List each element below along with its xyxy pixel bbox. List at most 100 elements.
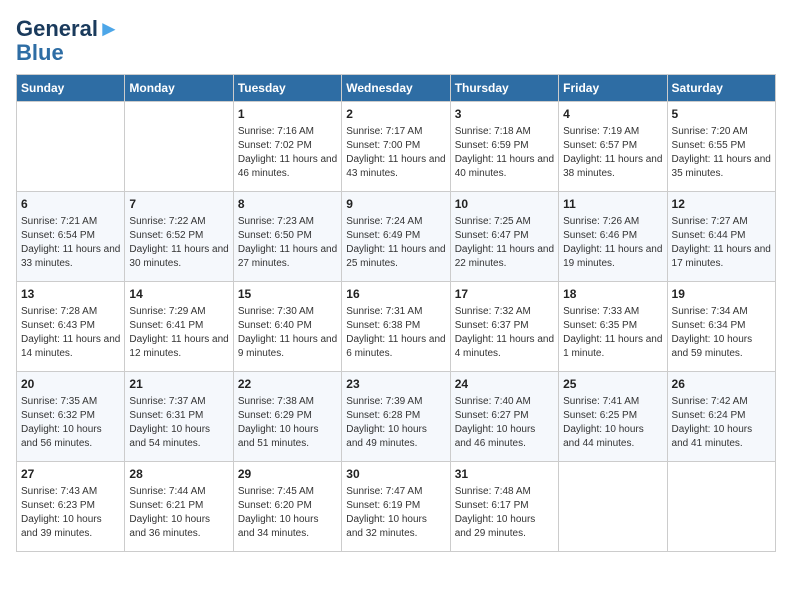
day-info: Sunrise: 7:25 AM Sunset: 6:47 PM Dayligh… [455, 215, 554, 271]
day-info: Sunrise: 7:22 AM Sunset: 6:52 PM Dayligh… [129, 215, 228, 271]
day-info: Sunrise: 7:42 AM Sunset: 6:24 PM Dayligh… [672, 395, 771, 451]
calendar-cell: 24Sunrise: 7:40 AM Sunset: 6:27 PM Dayli… [450, 372, 558, 462]
day-number: 24 [455, 376, 554, 393]
day-info: Sunrise: 7:33 AM Sunset: 6:35 PM Dayligh… [563, 305, 662, 361]
weekday-header-sunday: Sunday [17, 75, 125, 102]
calendar-cell: 17 Sunrise: 7:32 AM Sunset: 6:37 PM Dayli… [450, 282, 558, 372]
weekday-header-wednesday: Wednesday [342, 75, 450, 102]
day-info: Sunrise: 7:32 AM Sunset: 6:37 PM Dayligh… [455, 305, 554, 361]
day-number: 14 [129, 286, 228, 303]
day-info: Sunrise: 7:17 AM Sunset: 7:00 PM Dayligh… [346, 125, 445, 181]
calendar-cell [125, 102, 233, 192]
day-number: 28 [129, 466, 228, 483]
calendar-cell: 10 Sunrise: 7:25 AM Sunset: 6:47 PM Dayli… [450, 192, 558, 282]
day-number: 30 [346, 466, 445, 483]
day-info: Sunrise: 7:37 AM Sunset: 6:31 PM Dayligh… [129, 395, 228, 451]
day-info: Sunrise: 7:23 AM Sunset: 6:50 PM Dayligh… [238, 215, 337, 271]
calendar-cell: 7 Sunrise: 7:22 AM Sunset: 6:52 PM Daylig… [125, 192, 233, 282]
day-number: 18 [563, 286, 662, 303]
calendar-table: SundayMondayTuesdayWednesdayThursdayFrid… [16, 74, 776, 552]
calendar-cell: 18 Sunrise: 7:33 AM Sunset: 6:35 PM Dayli… [559, 282, 667, 372]
day-number: 31 [455, 466, 554, 483]
day-number: 6 [21, 196, 120, 213]
day-number: 4 [563, 106, 662, 123]
calendar-cell: 3 Sunrise: 7:18 AM Sunset: 6:59 PM Daylig… [450, 102, 558, 192]
weekday-header-monday: Monday [125, 75, 233, 102]
day-info: Sunrise: 7:20 AM Sunset: 6:55 PM Dayligh… [672, 125, 771, 181]
day-number: 21 [129, 376, 228, 393]
day-number: 25 [563, 376, 662, 393]
calendar-cell: 12Sunrise: 7:27 AM Sunset: 6:44 PM Dayli… [667, 192, 775, 282]
calendar-cell: 31 Sunrise: 7:48 AM Sunset: 6:17 PM Dayli… [450, 462, 558, 552]
day-number: 1 [238, 106, 337, 123]
calendar-cell: 25 Sunrise: 7:41 AM Sunset: 6:25 PM Dayli… [559, 372, 667, 462]
day-info: Sunrise: 7:18 AM Sunset: 6:59 PM Dayligh… [455, 125, 554, 181]
day-info: Sunrise: 7:16 AM Sunset: 7:02 PM Dayligh… [238, 125, 337, 181]
calendar-cell [17, 102, 125, 192]
day-number: 19 [672, 286, 771, 303]
day-info: Sunrise: 7:29 AM Sunset: 6:41 PM Dayligh… [129, 305, 228, 361]
day-info: Sunrise: 7:30 AM Sunset: 6:40 PM Dayligh… [238, 305, 337, 361]
calendar-cell: 8 Sunrise: 7:23 AM Sunset: 6:50 PM Daylig… [233, 192, 341, 282]
day-info: Sunrise: 7:39 AM Sunset: 6:28 PM Dayligh… [346, 395, 445, 451]
day-info: Sunrise: 7:44 AM Sunset: 6:21 PM Dayligh… [129, 485, 228, 541]
day-number: 23 [346, 376, 445, 393]
calendar-cell: 26 Sunrise: 7:42 AM Sunset: 6:24 PM Dayli… [667, 372, 775, 462]
calendar-cell: 2 Sunrise: 7:17 AM Sunset: 7:00 PM Daylig… [342, 102, 450, 192]
day-number: 3 [455, 106, 554, 123]
calendar-cell: 15 Sunrise: 7:30 AM Sunset: 6:40 PM Dayli… [233, 282, 341, 372]
calendar-cell: 30Sunrise: 7:47 AM Sunset: 6:19 PM Dayli… [342, 462, 450, 552]
day-number: 20 [21, 376, 120, 393]
day-number: 8 [238, 196, 337, 213]
calendar-cell [559, 462, 667, 552]
day-number: 22 [238, 376, 337, 393]
day-number: 7 [129, 196, 228, 213]
day-number: 11 [563, 196, 662, 213]
day-info: Sunrise: 7:43 AM Sunset: 6:23 PM Dayligh… [21, 485, 120, 541]
day-info: Sunrise: 7:26 AM Sunset: 6:46 PM Dayligh… [563, 215, 662, 271]
weekday-header-thursday: Thursday [450, 75, 558, 102]
weekday-header-tuesday: Tuesday [233, 75, 341, 102]
day-number: 13 [21, 286, 120, 303]
day-number: 2 [346, 106, 445, 123]
day-info: Sunrise: 7:48 AM Sunset: 6:17 PM Dayligh… [455, 485, 554, 541]
calendar-cell: 16 Sunrise: 7:31 AM Sunset: 6:38 PM Dayli… [342, 282, 450, 372]
calendar-cell: 4 Sunrise: 7:19 AM Sunset: 6:57 PM Daylig… [559, 102, 667, 192]
day-info: Sunrise: 7:41 AM Sunset: 6:25 PM Dayligh… [563, 395, 662, 451]
day-info: Sunrise: 7:45 AM Sunset: 6:20 PM Dayligh… [238, 485, 337, 541]
calendar-cell: 5 Sunrise: 7:20 AM Sunset: 6:55 PM Daylig… [667, 102, 775, 192]
day-info: Sunrise: 7:31 AM Sunset: 6:38 PM Dayligh… [346, 305, 445, 361]
day-number: 26 [672, 376, 771, 393]
day-info: Sunrise: 7:28 AM Sunset: 6:43 PM Dayligh… [21, 305, 120, 361]
day-number: 16 [346, 286, 445, 303]
calendar-cell: 29 Sunrise: 7:45 AM Sunset: 6:20 PM Dayli… [233, 462, 341, 552]
calendar-cell: 14 Sunrise: 7:29 AM Sunset: 6:41 PM Dayli… [125, 282, 233, 372]
day-info: Sunrise: 7:19 AM Sunset: 6:57 PM Dayligh… [563, 125, 662, 181]
calendar-cell: 22 Sunrise: 7:38 AM Sunset: 6:29 PM Dayli… [233, 372, 341, 462]
calendar-cell: 23 Sunrise: 7:39 AM Sunset: 6:28 PM Dayli… [342, 372, 450, 462]
calendar-cell [667, 462, 775, 552]
calendar-cell: 19Sunrise: 7:34 AM Sunset: 6:34 PM Dayli… [667, 282, 775, 372]
calendar-cell: 20 Sunrise: 7:35 AM Sunset: 6:32 PM Dayli… [17, 372, 125, 462]
day-info: Sunrise: 7:24 AM Sunset: 6:49 PM Dayligh… [346, 215, 445, 271]
day-number: 17 [455, 286, 554, 303]
day-number: 9 [346, 196, 445, 213]
weekday-header-saturday: Saturday [667, 75, 775, 102]
day-info: Sunrise: 7:35 AM Sunset: 6:32 PM Dayligh… [21, 395, 120, 451]
day-number: 29 [238, 466, 337, 483]
day-number: 10 [455, 196, 554, 213]
calendar-cell: 6Sunrise: 7:21 AM Sunset: 6:54 PM Daylig… [17, 192, 125, 282]
logo: General ► Blue [16, 16, 120, 64]
logo-bird-icon: ► [98, 16, 120, 42]
calendar-cell: 1 Sunrise: 7:16 AM Sunset: 7:02 PM Daylig… [233, 102, 341, 192]
logo-blue: Blue [16, 42, 64, 64]
day-number: 15 [238, 286, 337, 303]
calendar-cell: 21 Sunrise: 7:37 AM Sunset: 6:31 PM Dayli… [125, 372, 233, 462]
day-number: 5 [672, 106, 771, 123]
calendar-cell: 9 Sunrise: 7:24 AM Sunset: 6:49 PM Daylig… [342, 192, 450, 282]
day-info: Sunrise: 7:38 AM Sunset: 6:29 PM Dayligh… [238, 395, 337, 451]
calendar-cell: 11 Sunrise: 7:26 AM Sunset: 6:46 PM Dayli… [559, 192, 667, 282]
calendar-cell: 28 Sunrise: 7:44 AM Sunset: 6:21 PM Dayli… [125, 462, 233, 552]
day-number: 12 [672, 196, 771, 213]
calendar-cell: 27Sunrise: 7:43 AM Sunset: 6:23 PM Dayli… [17, 462, 125, 552]
